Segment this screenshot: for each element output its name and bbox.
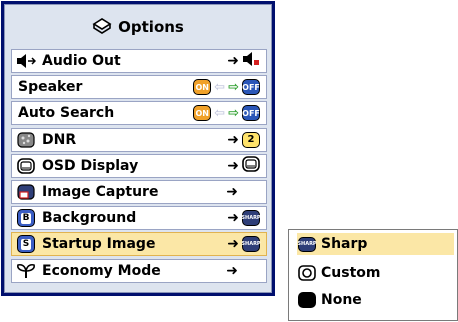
startup-image-submenu: SHARP Sharp Custom None [288,229,458,321]
sharp-logo-icon: SHARP [241,236,261,253]
background-letter: B [21,212,31,224]
none-black-icon [297,291,317,309]
image-capture-icon [16,183,36,201]
menu-item-dnr[interactable]: DNR ➜ 2 [11,127,267,152]
arrow-right-icon: ➜ [227,131,239,148]
osd-display-icon [242,155,260,176]
menu-item-osd-display[interactable]: OSD Display ➜ [11,153,267,178]
menu-title: Options [5,5,271,49]
menu-item-speaker[interactable]: Speaker ON ⇦ ⇨ OFF [11,75,267,100]
off-badge: OFF [242,79,260,96]
arrow-right-icon: ➜ [227,210,239,227]
arrow-right-icon: ➜ [226,262,238,279]
osd-display-icon [16,157,36,175]
startup-image-icon: S [16,235,36,254]
dnr-level-badge: 2 [242,131,260,148]
submenu-option-sharp[interactable]: SHARP Sharp [297,233,454,255]
arrow-right-icon: ➜ [227,157,239,174]
menu-title-label: Options [118,18,184,36]
startup-image-letter: S [21,238,31,250]
submenu-option-label: Custom [321,265,381,281]
sharp-logo-icon: SHARP [241,210,261,227]
menu-item-economy-mode[interactable]: Economy Mode ➜ [11,258,267,283]
arrow-right-icon: ➜ [227,53,239,69]
economy-mode-icon [16,262,36,280]
arrow-right-icon: ⇨ [228,79,239,95]
background-icon: B [16,209,36,228]
on-badge: ON [193,79,212,96]
options-menu-panel: Options Audio Out ➜ Speaker ON ⇦ ⇨ OFF A… [4,4,272,293]
speaker-out-icon [242,51,260,71]
menu-item-image-capture[interactable]: Image Capture ➜ [11,179,267,204]
submenu-option-custom[interactable]: Custom [297,262,454,284]
menu-item-background[interactable]: B Background ➜ SHARP [11,206,267,231]
options-menu: Options Audio Out ➜ Speaker ON ⇦ ⇨ OFF A… [1,1,275,296]
submenu-option-label: Sharp [321,236,368,252]
menu-item-auto-search[interactable]: Auto Search ON ⇦ ⇨ OFF [11,101,267,126]
audio-out-icon [16,52,36,70]
arrow-right-icon: ➜ [226,183,238,200]
custom-image-icon [297,264,317,282]
submenu-option-label: None [321,292,362,308]
sharp-logo-icon: SHARP [297,236,317,252]
off-badge: OFF [242,105,260,122]
options-icon [92,16,112,38]
on-badge: ON [193,105,212,122]
menu-item-startup-image[interactable]: S Startup Image ➜ SHARP [11,232,267,257]
arrow-left-icon: ⇦ [214,105,226,121]
menu-item-audio-out[interactable]: Audio Out ➜ [11,49,267,73]
submenu-option-none[interactable]: None [297,289,454,311]
arrow-right-icon: ➜ [227,236,239,253]
dnr-icon [16,131,36,149]
arrow-left-icon: ⇦ [214,79,226,95]
arrow-right-icon: ⇨ [228,105,239,121]
